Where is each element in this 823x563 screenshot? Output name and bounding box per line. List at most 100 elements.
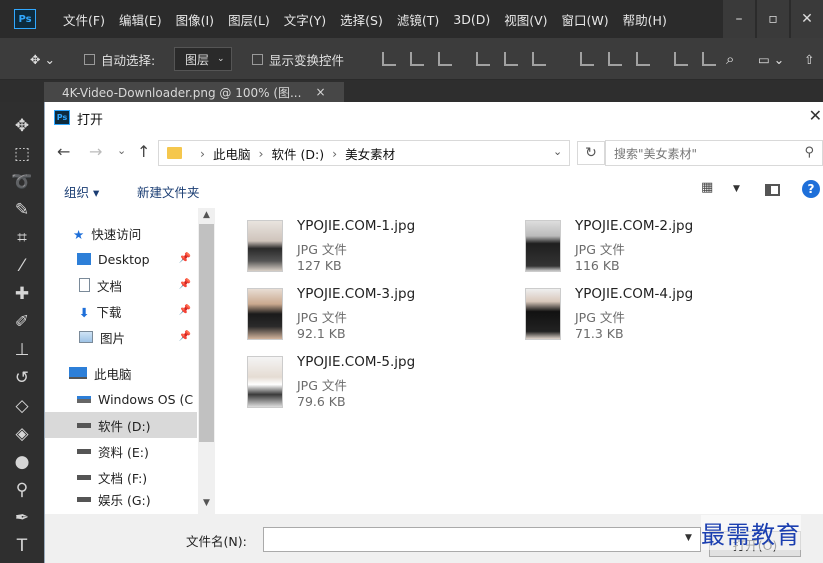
distribute-left-icon[interactable] bbox=[674, 52, 688, 66]
distribute-top-icon[interactable] bbox=[580, 52, 594, 66]
nav-drive-c[interactable]: Windows OS (C bbox=[45, 386, 197, 412]
show-transform-checkbox[interactable]: 显示变换控件 bbox=[252, 38, 344, 80]
menu-type[interactable]: 文字(Y) bbox=[277, 10, 333, 29]
tab-close-icon[interactable]: × bbox=[315, 85, 325, 99]
nav-drive-g[interactable]: 娱乐 (G:) bbox=[45, 490, 197, 508]
menu-select[interactable]: 选择(S) bbox=[333, 10, 390, 29]
pin-icon[interactable]: 📌 bbox=[179, 253, 191, 264]
nav-documents[interactable]: 文档 📌 bbox=[45, 272, 197, 298]
address-bar[interactable]: › 此电脑 › 软件 (D:) › 美女素材 bbox=[158, 140, 570, 166]
menu-window[interactable]: 窗口(W) bbox=[555, 10, 616, 29]
forward-arrow-icon[interactable]: → bbox=[89, 142, 102, 161]
checkbox-icon bbox=[84, 53, 95, 65]
align-right-icon[interactable] bbox=[532, 52, 546, 66]
file-size: 71.3 KB bbox=[575, 326, 624, 341]
history-brush-tool-icon[interactable]: ↺ bbox=[0, 364, 44, 392]
align-left-icon[interactable] bbox=[476, 52, 490, 66]
nav-label: 图片 bbox=[100, 330, 126, 346]
change-view-icon[interactable]: ▦ bbox=[701, 180, 713, 195]
preview-pane-icon[interactable] bbox=[765, 184, 780, 196]
move-tool-icon[interactable]: ✥ ⌄ bbox=[30, 38, 55, 80]
document-tab[interactable]: 4K-Video-Downloader.png @ 100% (图... × bbox=[44, 82, 344, 102]
share-icon[interactable]: ⇧ bbox=[804, 38, 814, 80]
filename-input[interactable] bbox=[263, 527, 701, 552]
search-input[interactable]: 搜索"美女素材" ⚲ bbox=[605, 140, 823, 166]
brush-tool-icon[interactable]: ✐ bbox=[0, 308, 44, 336]
menu-image[interactable]: 图像(I) bbox=[169, 10, 221, 29]
scroll-down-icon[interactable]: ▼ bbox=[198, 498, 215, 508]
breadcrumb-folder[interactable]: 美女素材 bbox=[345, 144, 395, 163]
nav-drive-f[interactable]: 文档 (F:) bbox=[45, 464, 197, 490]
align-top-icon[interactable] bbox=[382, 52, 396, 66]
align-bottom-icon[interactable] bbox=[438, 52, 452, 66]
nav-this-pc[interactable]: 此电脑 bbox=[45, 360, 197, 386]
auto-select-checkbox[interactable]: 自动选择: bbox=[84, 38, 155, 80]
file-item[interactable]: YPOJIE.COM-3.jpg JPG 文件 92.1 KB bbox=[247, 286, 497, 350]
help-icon[interactable]: ? bbox=[802, 180, 820, 198]
auto-select-dropdown[interactable]: 图层 ⌄ bbox=[174, 47, 232, 71]
distribute-vcenter-icon[interactable] bbox=[608, 52, 622, 66]
file-type: JPG 文件 bbox=[297, 242, 347, 257]
chevron-down-icon[interactable]: ▼ bbox=[733, 184, 740, 194]
search-icon[interactable]: ⌕ bbox=[726, 38, 734, 80]
pin-icon[interactable]: 📌 bbox=[179, 331, 191, 342]
pen-tool-icon[interactable]: ✒ bbox=[0, 504, 44, 532]
close-icon[interactable]: ✕ bbox=[791, 0, 823, 38]
distribute-hcenter-icon[interactable] bbox=[702, 52, 716, 66]
healing-brush-tool-icon[interactable]: ✚ bbox=[0, 280, 44, 308]
menu-help[interactable]: 帮助(H) bbox=[616, 10, 674, 29]
stamp-tool-icon[interactable]: ⊥ bbox=[0, 336, 44, 364]
menu-filter[interactable]: 滤镜(T) bbox=[390, 10, 446, 29]
refresh-icon[interactable]: ↻ bbox=[577, 141, 605, 165]
nav-scrollbar[interactable]: ▲ ▼ bbox=[198, 208, 215, 514]
nav-quick-access[interactable]: ★ 快速访问 bbox=[45, 220, 197, 246]
scroll-thumb[interactable] bbox=[199, 224, 214, 442]
move-tool-icon[interactable]: ✥ bbox=[0, 112, 44, 140]
file-item[interactable]: YPOJIE.COM-1.jpg JPG 文件 127 KB bbox=[247, 218, 497, 282]
pin-icon[interactable]: 📌 bbox=[179, 279, 191, 290]
chevron-down-icon[interactable]: ▼ bbox=[685, 533, 692, 543]
nav-pictures[interactable]: 图片 📌 bbox=[45, 324, 197, 350]
back-arrow-icon[interactable]: ← bbox=[57, 142, 70, 161]
crop-tool-icon[interactable]: ⌗ bbox=[0, 224, 44, 252]
nav-downloads[interactable]: ⬇ 下载 📌 bbox=[45, 298, 197, 324]
search-icon[interactable]: ⚲ bbox=[804, 145, 814, 160]
marquee-tool-icon[interactable]: ⬚ bbox=[0, 140, 44, 168]
blur-tool-icon[interactable]: ● bbox=[0, 448, 44, 476]
dodge-tool-icon[interactable]: ⚲ bbox=[0, 476, 44, 504]
pin-icon[interactable]: 📌 bbox=[179, 305, 191, 316]
menu-layer[interactable]: 图层(L) bbox=[221, 10, 277, 29]
up-arrow-icon[interactable]: ↑ bbox=[137, 142, 150, 161]
file-item[interactable]: YPOJIE.COM-4.jpg JPG 文件 71.3 KB bbox=[525, 286, 775, 350]
nav-desktop[interactable]: Desktop 📌 bbox=[45, 246, 197, 272]
nav-drive-e[interactable]: 资料 (E:) bbox=[45, 438, 197, 464]
eyedropper-tool-icon[interactable]: ⁄ bbox=[0, 252, 44, 280]
lasso-tool-icon[interactable]: ➰ bbox=[0, 168, 44, 196]
menu-edit[interactable]: 编辑(E) bbox=[112, 10, 169, 29]
menu-view[interactable]: 视图(V) bbox=[497, 10, 554, 29]
type-tool-icon[interactable]: T bbox=[0, 532, 44, 560]
file-item[interactable]: YPOJIE.COM-5.jpg JPG 文件 79.6 KB bbox=[247, 354, 497, 418]
quick-select-tool-icon[interactable]: ✎ bbox=[0, 196, 44, 224]
scroll-up-icon[interactable]: ▲ bbox=[198, 210, 215, 220]
minimize-icon[interactable]: – bbox=[723, 0, 755, 38]
organize-button[interactable]: 组织 ▾ bbox=[64, 182, 99, 201]
maximize-icon[interactable]: ▫ bbox=[757, 0, 789, 38]
chevron-down-icon[interactable]: ⌄ bbox=[553, 145, 562, 158]
breadcrumb-this-pc[interactable]: 此电脑 bbox=[213, 144, 251, 163]
breadcrumb-drive-d[interactable]: 软件 (D:) bbox=[272, 144, 325, 163]
menu-file[interactable]: 文件(F) bbox=[56, 10, 112, 29]
align-hcenter-icon[interactable] bbox=[504, 52, 518, 66]
close-icon[interactable]: ✕ bbox=[809, 106, 822, 125]
menu-bar: Ps 文件(F) 编辑(E) 图像(I) 图层(L) 文字(Y) 选择(S) 滤… bbox=[0, 0, 823, 38]
menu-3d[interactable]: 3D(D) bbox=[446, 12, 497, 27]
distribute-bottom-icon[interactable] bbox=[636, 52, 650, 66]
new-folder-button[interactable]: 新建文件夹 bbox=[137, 182, 200, 201]
recent-locations-icon[interactable]: ⌄ bbox=[117, 144, 126, 157]
workspace-icon[interactable]: ▭ ⌄ bbox=[758, 38, 784, 80]
file-item[interactable]: YPOJIE.COM-2.jpg JPG 文件 116 KB bbox=[525, 218, 775, 282]
align-vcenter-icon[interactable] bbox=[410, 52, 424, 66]
nav-drive-d[interactable]: 软件 (D:) bbox=[45, 412, 197, 438]
paint-bucket-tool-icon[interactable]: ◈ bbox=[0, 420, 44, 448]
eraser-tool-icon[interactable]: ◇ bbox=[0, 392, 44, 420]
